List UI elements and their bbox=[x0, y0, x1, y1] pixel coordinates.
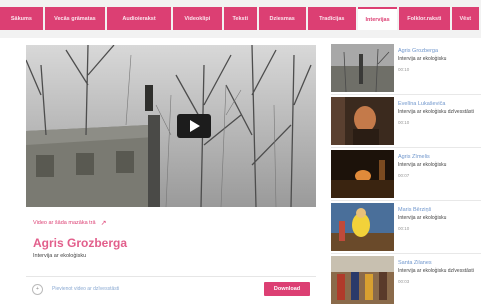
video-player[interactable] bbox=[26, 45, 316, 207]
download-button[interactable]: Download bbox=[264, 282, 310, 296]
divider bbox=[331, 94, 481, 95]
video-name[interactable]: Agris Grozberga bbox=[398, 48, 478, 54]
divider bbox=[331, 147, 481, 148]
top-navigation-bar: Sākums Vecās grāmatas Audioierakst Video… bbox=[0, 0, 481, 38]
video-duration: 00:10 bbox=[398, 226, 410, 231]
nav-tab-dziesmas[interactable]: Dziesmas bbox=[258, 7, 306, 30]
nav-tab-tradicijas[interactable]: Tradīcijas bbox=[307, 7, 357, 30]
video-duration: 00:03 bbox=[398, 279, 410, 284]
video-subtitle: Intervija ar ekoloģisku bbox=[33, 253, 87, 259]
nav-tab-vest[interactable]: Vēst bbox=[451, 7, 479, 30]
related-video-item[interactable]: Agris Grozberga Intervija ar ekoloģisku … bbox=[331, 44, 481, 92]
main-nav: Sākums Vecās grāmatas Audioierakst Video… bbox=[0, 7, 481, 30]
video-name[interactable]: Santa Zilanes bbox=[398, 260, 478, 266]
video-description: Intervija ar ekoloģisku dzīvesstāsti bbox=[398, 109, 474, 115]
video-frame-image bbox=[26, 45, 316, 207]
video-duration: 00:10 bbox=[398, 120, 410, 125]
video-duration: 00:10 bbox=[398, 67, 410, 72]
video-duration: 00:07 bbox=[398, 173, 410, 178]
divider bbox=[331, 253, 481, 254]
nav-tab-audioieraksti[interactable]: Audioierakst bbox=[107, 7, 172, 30]
related-video-item[interactable]: Agris Zīmelis Intervija ar ekoloģisku 00… bbox=[331, 150, 481, 198]
related-video-item[interactable]: Maris Bērziņš Intervija ar ekoloģisku 00… bbox=[331, 203, 481, 251]
video-source-link[interactable]: Video ar šāda mazāka trā ↗ bbox=[33, 219, 106, 227]
video-description: Intervija ar ekoloģisku dzīvesstāsti bbox=[398, 268, 474, 274]
nav-tab-folklor-raksti[interactable]: Folklor.raksti bbox=[399, 7, 450, 30]
video-thumbnail[interactable] bbox=[331, 97, 394, 145]
divider bbox=[331, 200, 481, 201]
video-thumbnail[interactable] bbox=[331, 203, 394, 251]
video-title: Agris Grozberga bbox=[33, 236, 128, 250]
download-row: + Pievienot video ar dzīvesstāsti Downlo… bbox=[26, 280, 316, 298]
video-description: Intervija ar ekoloģisku bbox=[398, 162, 447, 168]
video-thumbnail[interactable] bbox=[331, 150, 394, 198]
video-name[interactable]: Maris Bērziņš bbox=[398, 207, 478, 213]
video-name[interactable]: Agris Zīmelis bbox=[398, 154, 478, 160]
related-video-item[interactable]: Evelīna Lukaševiča Intervija ar ekoloģis… bbox=[331, 97, 481, 145]
nav-tab-vecas-gramatas[interactable]: Vecās grāmatas bbox=[44, 7, 105, 30]
video-source-link-text[interactable]: Video ar šāda mazāka trā bbox=[33, 220, 96, 226]
video-thumbnail[interactable] bbox=[331, 44, 394, 92]
divider bbox=[26, 276, 316, 277]
play-button[interactable] bbox=[177, 114, 211, 138]
add-icon[interactable]: + bbox=[32, 284, 43, 295]
video-description: Intervija ar ekoloģisku bbox=[398, 215, 447, 221]
nav-tab-sakums[interactable]: Sākums bbox=[0, 7, 43, 30]
video-thumbnail[interactable] bbox=[331, 256, 394, 304]
nav-tab-videoklipi[interactable]: Videoklipi bbox=[173, 7, 222, 30]
video-description: Intervija ar ekoloģisku bbox=[398, 56, 447, 62]
external-link-icon[interactable]: ↗ bbox=[101, 219, 107, 227]
nav-tab-teksti[interactable]: Teksti bbox=[223, 7, 257, 30]
nav-tab-intervijas[interactable]: Intervijas bbox=[358, 7, 398, 30]
video-name[interactable]: Evelīna Lukaševiča bbox=[398, 101, 478, 107]
related-video-item[interactable]: Santa Zilanes Intervija ar ekoloģisku dz… bbox=[331, 256, 481, 304]
download-description[interactable]: Pievienot video ar dzīvesstāsti bbox=[52, 286, 119, 292]
